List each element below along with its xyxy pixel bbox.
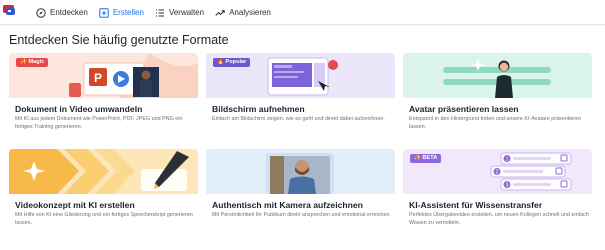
ai-concept-illustration bbox=[9, 149, 189, 194]
magic-badge: ✨ Magic bbox=[16, 58, 49, 67]
card-title: Avatar präsentieren lassen bbox=[409, 104, 519, 114]
card-title: KI-Assistent für Wissenstransfer bbox=[409, 200, 543, 210]
card-title: Videokonzept mit KI erstellen bbox=[15, 200, 135, 210]
card-title: Authentisch mit Kamera aufzeichnen bbox=[212, 200, 363, 210]
card-description: Einfach am Bildschirm zeigen, wie es geh… bbox=[212, 116, 385, 122]
nav-item-entdecken[interactable]: Entdecken bbox=[36, 0, 88, 25]
format-card-bildschirm-aufnehmen[interactable]: 🔥 Popular Bildschirm aufnehmen Einfach a… bbox=[206, 53, 395, 141]
svg-text:1: 1 bbox=[506, 156, 509, 162]
card-description: Mit Hilfe von KI eine Gliederung und ein… bbox=[15, 212, 193, 226]
card-description: Mit KI aus jedem Dokument wie PowerPoint… bbox=[15, 116, 183, 130]
card-description: Perfektes Übergabevideo erstellen, um ne… bbox=[409, 212, 589, 226]
svg-text:2: 2 bbox=[496, 169, 499, 175]
app-logo-icon[interactable] bbox=[3, 4, 17, 18]
trend-icon bbox=[215, 9, 225, 16]
format-card-kamera-aufzeichnen[interactable]: Authentisch mit Kamera aufzeichnen Mit P… bbox=[206, 149, 395, 237]
card-title: Dokument in Video umwandeln bbox=[15, 104, 143, 114]
format-card-videokonzept[interactable]: Videokonzept mit KI erstellen Mit Hilfe … bbox=[9, 149, 198, 237]
svg-text:3: 3 bbox=[506, 182, 509, 188]
nav-label: Analysieren bbox=[229, 8, 271, 17]
format-card-avatar-praesentieren[interactable]: Avatar präsentieren lassen Entspannt in … bbox=[403, 53, 592, 141]
svg-text:P: P bbox=[94, 71, 102, 85]
avatar-illustration bbox=[443, 59, 551, 98]
card-thumbnail bbox=[403, 53, 592, 98]
compass-icon bbox=[36, 7, 46, 18]
nav-item-verwalten[interactable]: Verwalten bbox=[155, 0, 204, 25]
nav-label: Erstellen bbox=[112, 8, 144, 17]
beta-badge: ✨ BETA bbox=[410, 154, 442, 163]
card-description: Entspannt in den Hintergrund treten und … bbox=[409, 116, 582, 130]
camera-recording-illustration bbox=[266, 153, 334, 194]
card-description: Mit Persönlichkeit Ihr Publikum direkt a… bbox=[212, 212, 391, 218]
nav-item-erstellen[interactable]: Erstellen bbox=[99, 0, 144, 25]
nav-label: Verwalten bbox=[168, 8, 205, 17]
format-card-dokument-in-video[interactable]: P ✨ Magic Dokument in Video umwandeln Mi… bbox=[9, 53, 198, 141]
top-navigation-bar: Entdecken Erstellen Verwalten Analysiere… bbox=[0, 0, 605, 25]
nav-item-analysieren[interactable]: Analysieren bbox=[215, 0, 271, 25]
card-thumbnail bbox=[9, 149, 198, 194]
plus-square-icon bbox=[99, 7, 109, 18]
popular-badge: 🔥 Popular bbox=[213, 58, 251, 67]
card-thumbnail bbox=[206, 149, 395, 194]
list-icon bbox=[155, 8, 164, 17]
main-nav: Entdecken Erstellen Verwalten Analysiere… bbox=[36, 0, 282, 25]
format-card-ki-assistent[interactable]: 1 2 3 ✨ BETA KI-Assistent für Wissenstra… bbox=[403, 149, 592, 237]
page-title: Entdecken Sie häufig genutzte Formate bbox=[9, 33, 229, 47]
nav-label: Entdecken bbox=[50, 8, 88, 17]
card-title: Bildschirm aufnehmen bbox=[212, 104, 305, 114]
